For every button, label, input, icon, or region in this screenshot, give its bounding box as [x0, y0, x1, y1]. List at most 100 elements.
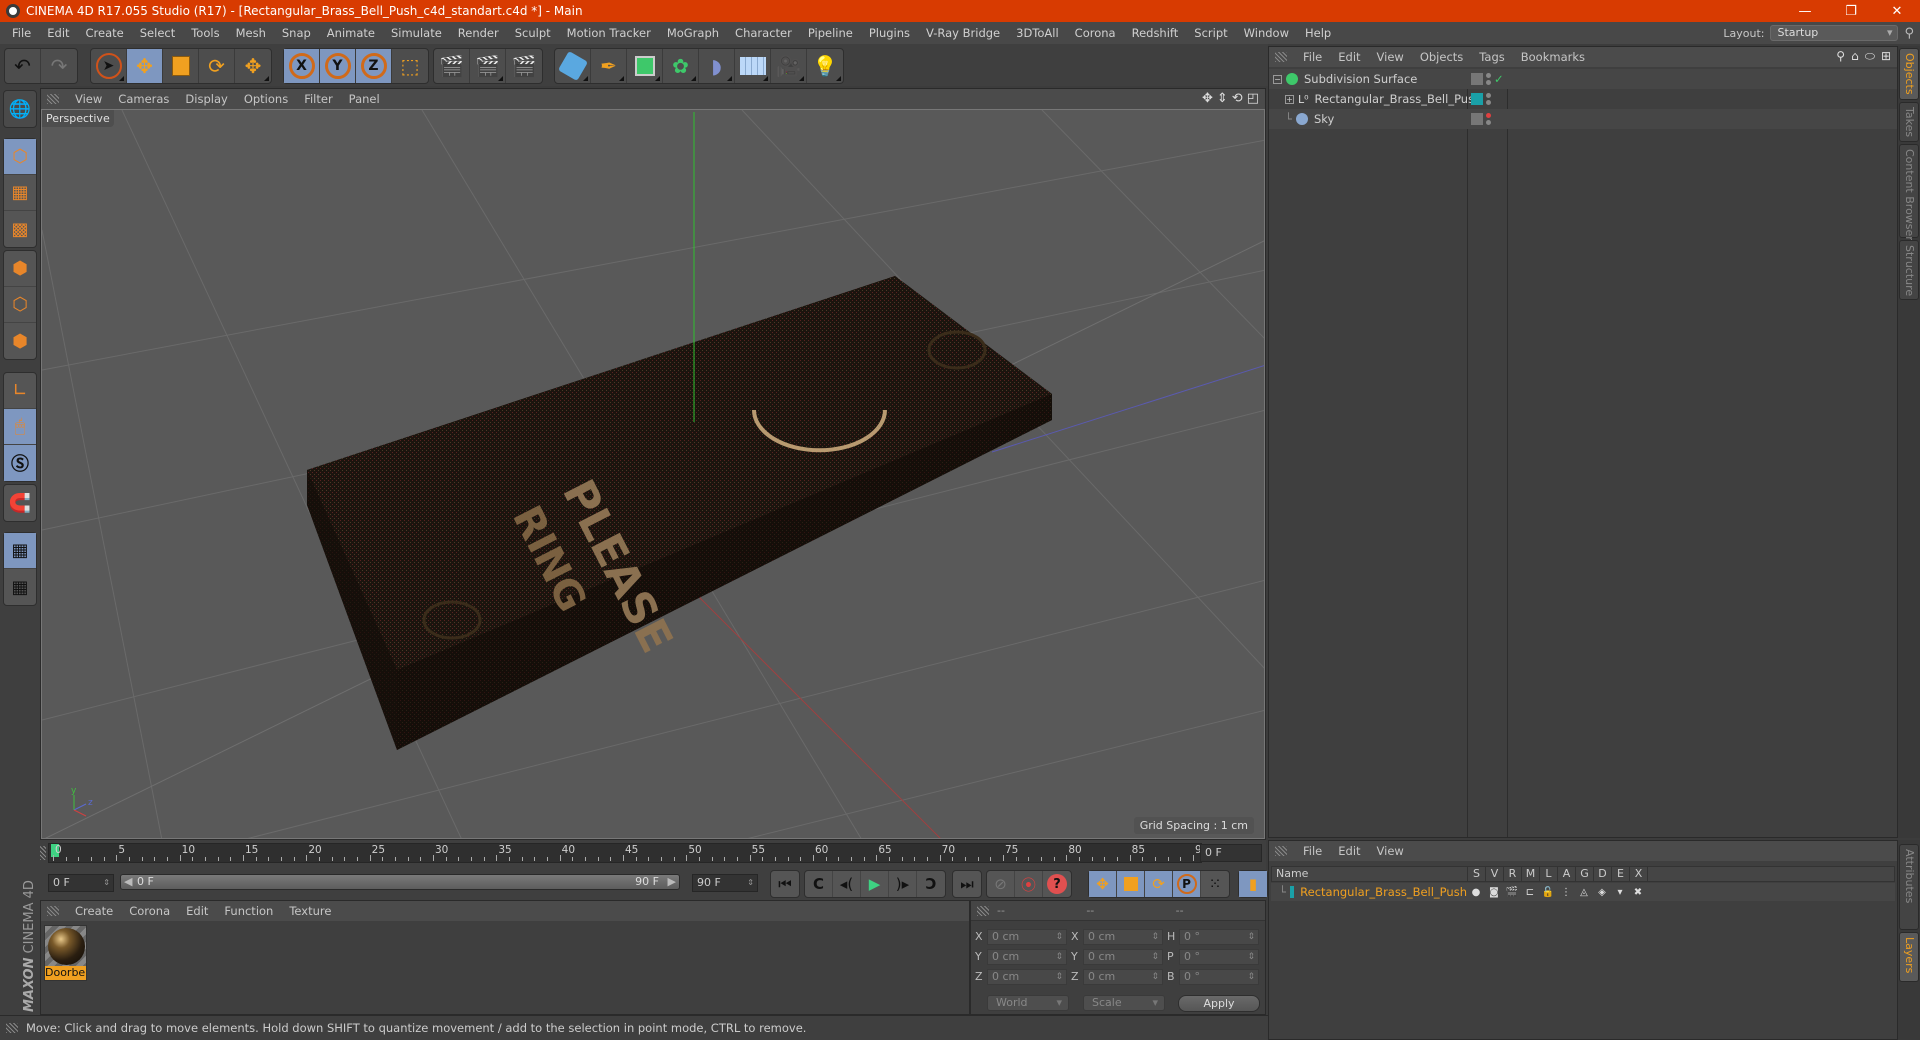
- layer-column-name[interactable]: Name: [1272, 867, 1468, 881]
- menu-edit[interactable]: Edit: [39, 26, 77, 40]
- layer-column-v[interactable]: V: [1486, 867, 1504, 881]
- object-mode-button[interactable]: ⬡: [4, 139, 36, 175]
- enabled-check-icon[interactable]: ✓: [1494, 72, 1504, 86]
- objects-menu-tags[interactable]: Tags: [1471, 50, 1512, 64]
- menu-3dtoall[interactable]: 3DToAll: [1008, 26, 1067, 40]
- menu-render[interactable]: Render: [450, 26, 507, 40]
- menu-tools[interactable]: Tools: [183, 26, 227, 40]
- previous-key-button[interactable]: C: [805, 871, 833, 897]
- subdivision-button[interactable]: [627, 49, 663, 83]
- timeline-window-button[interactable]: ▮: [1239, 871, 1267, 897]
- camera-button[interactable]: 🎥: [771, 49, 807, 83]
- layer-color-swatch[interactable]: [1471, 113, 1483, 125]
- world-coordinates-button[interactable]: ⬚: [392, 49, 428, 83]
- render-view-button[interactable]: 🎬: [434, 49, 470, 83]
- layer-column-a[interactable]: A: [1558, 867, 1576, 881]
- panel-grip-icon[interactable]: [47, 94, 59, 104]
- frame-range-slider[interactable]: ◀ 0 F 90 F ▶: [120, 874, 680, 890]
- layer-column-g[interactable]: G: [1576, 867, 1594, 881]
- menu-snap[interactable]: Snap: [274, 26, 319, 40]
- move-tool-button[interactable]: ✥: [235, 49, 271, 83]
- objects-menu-edit[interactable]: Edit: [1330, 50, 1368, 64]
- next-key-button[interactable]: Ↄ: [917, 871, 945, 897]
- range-left-arrow-icon[interactable]: ◀: [124, 875, 132, 889]
- material-menu-create[interactable]: Create: [67, 904, 121, 918]
- solo-toggle-icon[interactable]: ●: [1467, 887, 1485, 898]
- key-help-button[interactable]: ?: [1043, 871, 1071, 897]
- coord-field-size-y[interactable]: 0 cm: [1083, 949, 1163, 965]
- expand-icon[interactable]: +: [1285, 94, 1294, 104]
- transform-mode-dropdown[interactable]: Scale: [1083, 995, 1165, 1011]
- menu-character[interactable]: Character: [727, 26, 800, 40]
- viewport-menu-panel[interactable]: Panel: [341, 92, 388, 106]
- layout-dropdown[interactable]: Startup: [1770, 25, 1899, 41]
- coord-field-rot-x[interactable]: 0 °: [1179, 929, 1259, 945]
- go-to-end-button[interactable]: ⏭: [953, 871, 981, 897]
- scale-button[interactable]: [163, 49, 199, 83]
- tab-content-browser[interactable]: Content Browser: [1899, 144, 1919, 241]
- menu-mesh[interactable]: Mesh: [228, 26, 274, 40]
- layer-column-s[interactable]: S: [1468, 867, 1486, 881]
- layers-menu-file[interactable]: File: [1295, 844, 1330, 858]
- cube-button[interactable]: [555, 49, 591, 83]
- go-to-start-button[interactable]: ⏮: [771, 871, 799, 897]
- cloner-button[interactable]: ✿: [663, 49, 699, 83]
- deformers-toggle-icon[interactable]: ◈: [1593, 887, 1611, 898]
- polygons-mode-button[interactable]: ⬢: [4, 323, 36, 359]
- record-button[interactable]: ⊘: [987, 871, 1015, 897]
- viewport-menu-options[interactable]: Options: [236, 92, 296, 106]
- menu-file[interactable]: File: [4, 26, 39, 40]
- panel-grip-icon[interactable]: [1275, 52, 1287, 62]
- coord-field-size-z[interactable]: 0 cm: [1083, 969, 1163, 985]
- menu-plugins[interactable]: Plugins: [861, 26, 918, 40]
- redo-button[interactable]: ↷: [41, 49, 77, 83]
- expressions-toggle-icon[interactable]: ▾: [1611, 887, 1629, 898]
- coord-field-pos-y[interactable]: 0 cm: [987, 949, 1067, 965]
- next-frame-button[interactable]: )▸: [889, 871, 917, 897]
- layer-column-d[interactable]: D: [1594, 867, 1612, 881]
- menu-select[interactable]: Select: [132, 26, 183, 40]
- xref-toggle-icon[interactable]: ✖: [1629, 887, 1647, 898]
- end-frame-field[interactable]: 90 F ⇕: [692, 874, 758, 892]
- objects-menu-bookmarks[interactable]: Bookmarks: [1513, 50, 1593, 64]
- texture-mode-button[interactable]: ▦: [4, 175, 36, 211]
- minimize-button[interactable]: —: [1782, 4, 1828, 19]
- layer-column-x[interactable]: X: [1630, 867, 1648, 881]
- layer-color-swatch[interactable]: [1471, 93, 1483, 105]
- play-button[interactable]: ▶: [861, 871, 889, 897]
- visibility-dots[interactable]: [1486, 73, 1491, 85]
- coord-field-rot-z[interactable]: 0 °: [1179, 969, 1259, 985]
- objects-menu-view[interactable]: View: [1369, 50, 1412, 64]
- material-menu-edit[interactable]: Edit: [178, 904, 216, 918]
- render-settings-button[interactable]: 🎬: [506, 49, 542, 83]
- pen-spline-button[interactable]: ✒: [591, 49, 627, 83]
- home-icon[interactable]: ⌂: [1851, 49, 1859, 64]
- menu-animate[interactable]: Animate: [319, 26, 383, 40]
- z-axis-lock-button[interactable]: Z: [356, 49, 392, 83]
- autokey-button[interactable]: ⦿: [1015, 871, 1043, 897]
- panel-grip-icon[interactable]: [47, 906, 59, 916]
- close-button[interactable]: ✕: [1874, 4, 1920, 19]
- live-selection-button[interactable]: ➤: [91, 49, 127, 83]
- menu-help[interactable]: Help: [1297, 26, 1339, 40]
- objects-menu-file[interactable]: File: [1295, 50, 1330, 64]
- param-key-button[interactable]: P: [1173, 871, 1201, 897]
- column-divider[interactable]: [1467, 69, 1468, 837]
- coord-field-pos-x[interactable]: 0 cm: [987, 929, 1067, 945]
- tab-attributes[interactable]: Attributes: [1899, 844, 1919, 930]
- edges-mode-button[interactable]: ⬡: [4, 287, 36, 323]
- workplane-lock-button[interactable]: ▦: [4, 533, 36, 569]
- panel-grip-icon[interactable]: [977, 905, 989, 916]
- column-divider[interactable]: [1507, 69, 1508, 837]
- bell-push-model[interactable]: PLEASE RING: [307, 276, 1052, 750]
- menu-create[interactable]: Create: [78, 26, 132, 40]
- eye-icon[interactable]: ⬭: [1865, 49, 1875, 64]
- material-menu-texture[interactable]: Texture: [281, 904, 339, 918]
- objects-menu-objects[interactable]: Objects: [1412, 50, 1471, 64]
- spinner-icon[interactable]: ⇕: [103, 875, 110, 891]
- dolly-icon[interactable]: ⇕: [1217, 91, 1228, 106]
- viewport-menu-display[interactable]: Display: [177, 92, 235, 106]
- viewport-camera-label[interactable]: Perspective: [42, 110, 114, 127]
- tweak-mode-button[interactable]: 🖱: [4, 409, 36, 445]
- lock-toggle-icon[interactable]: 🔓: [1539, 887, 1557, 898]
